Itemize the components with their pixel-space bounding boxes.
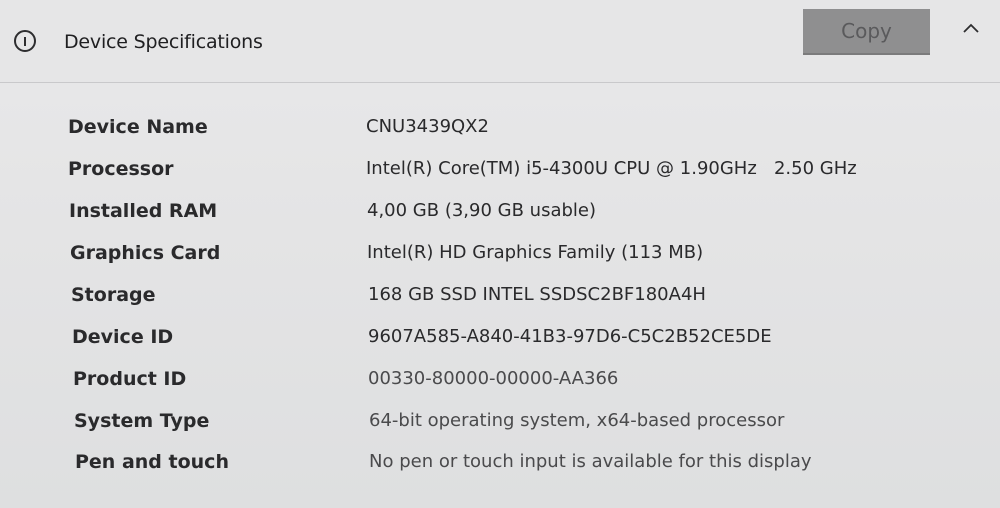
spec-label: Pen and touch: [75, 451, 229, 473]
spec-value[interactable]: 168 GB SSD INTEL SSDSC2BF180A4H: [368, 284, 706, 305]
section-title: Device Specifications: [64, 31, 263, 53]
spec-value[interactable]: 64-bit operating system, x64-based proce…: [369, 410, 784, 431]
spec-value[interactable]: Intel(R) HD Graphics Family (113 MB): [367, 242, 703, 263]
spec-value[interactable]: No pen or touch input is available for t…: [369, 451, 812, 472]
spec-row-product-id: Product ID 00330-80000-00000-AA366: [73, 368, 973, 398]
spec-label: Processor: [68, 158, 174, 180]
spec-value[interactable]: Intel(R) Core(TM) i5-4300U CPU @ 1.90GHz…: [366, 158, 857, 179]
spec-label: Installed RAM: [69, 200, 218, 222]
spec-row-installed-ram: Installed RAM 4,00 GB (3,90 GB usable): [69, 200, 969, 230]
spec-label: System Type: [74, 410, 210, 432]
spec-label: Storage: [71, 284, 156, 306]
spec-row-device-name: Device Name CNU3439QX2: [68, 116, 968, 146]
device-specifications-header[interactable]: Device Specifications Copy: [0, 0, 1000, 83]
spec-row-processor: Processor Intel(R) Core(TM) i5-4300U CPU…: [68, 158, 968, 188]
spec-row-system-type: System Type 64-bit operating system, x64…: [74, 410, 974, 440]
spec-value[interactable]: 4,00 GB (3,90 GB usable): [367, 200, 596, 221]
spec-label: Product ID: [73, 368, 187, 390]
specs-list: Device Name CNU3439QX2 Processor Intel(R…: [0, 82, 1000, 508]
chevron-up-icon[interactable]: [962, 22, 980, 34]
spec-label: Device ID: [72, 326, 174, 348]
spec-value[interactable]: CNU3439QX2: [366, 116, 489, 137]
spec-label: Device Name: [68, 116, 208, 138]
copy-button[interactable]: Copy: [803, 9, 930, 55]
spec-row-graphics-card: Graphics Card Intel(R) HD Graphics Famil…: [70, 242, 970, 272]
spec-row-pen-and-touch: Pen and touch No pen or touch input is a…: [75, 451, 975, 481]
spec-row-device-id: Device ID 9607A585-A840-41B3-97D6-C5C2B5…: [72, 326, 972, 356]
spec-value[interactable]: 9607A585-A840-41B3-97D6-C5C2B52CE5DE: [368, 326, 772, 347]
spec-row-storage: Storage 168 GB SSD INTEL SSDSC2BF180A4H: [71, 284, 971, 314]
info-icon: [14, 30, 36, 52]
device-specifications-panel: Device Specifications Copy Device Name C…: [0, 0, 1000, 508]
spec-label: Graphics Card: [70, 242, 221, 264]
spec-value[interactable]: 00330-80000-00000-AA366: [368, 368, 618, 389]
